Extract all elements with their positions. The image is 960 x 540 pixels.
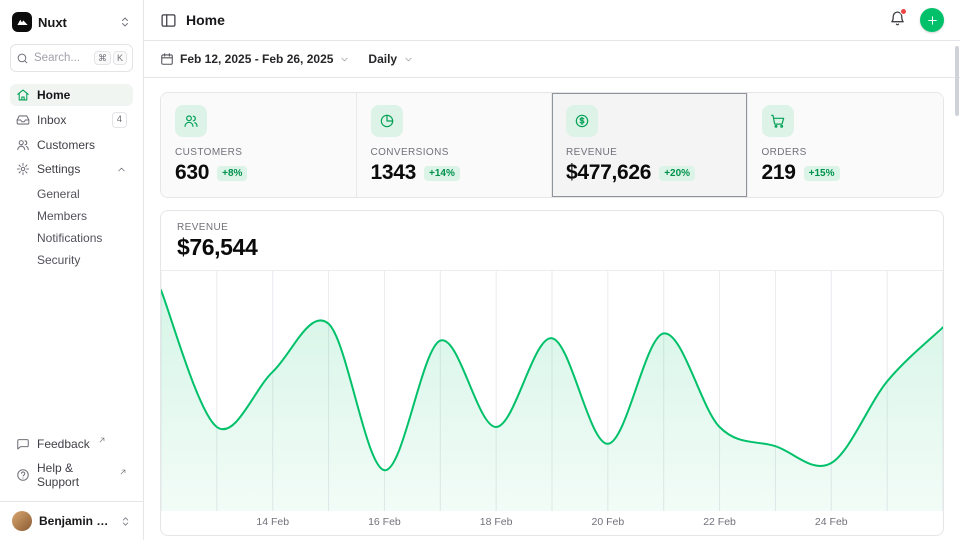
x-axis-tick: 20 Feb — [591, 516, 624, 528]
stat-label: ORDERS — [762, 147, 930, 158]
sidebar-item-security[interactable]: Security — [10, 250, 133, 270]
settings-submenu: General Members Notifications Security — [10, 184, 133, 270]
workspace-name: Nuxt — [38, 15, 67, 30]
sidebar-nav: Home Inbox 4 Customers Settings General — [10, 84, 133, 270]
stat-card-customers[interactable]: CUSTOMERS 630 +8% — [161, 93, 357, 197]
users-icon — [16, 138, 30, 152]
search-placeholder: Search... — [34, 52, 80, 64]
user-menu[interactable]: Benjamin Canac — [0, 501, 143, 540]
sidebar-item-notifications[interactable]: Notifications — [10, 228, 133, 248]
chevron-up-icon — [116, 164, 127, 175]
stat-value: 219 — [762, 161, 796, 185]
stat-delta-badge: +20% — [659, 166, 695, 181]
calendar-icon — [160, 52, 174, 66]
stat-label: REVENUE — [566, 147, 733, 158]
home-icon — [16, 88, 30, 102]
stat-delta-badge: +15% — [804, 166, 840, 181]
stat-value: $477,626 — [566, 161, 651, 185]
chevron-down-icon — [403, 54, 414, 65]
chart-header: REVENUE $76,544 — [161, 211, 943, 271]
external-link-icon — [98, 436, 106, 444]
panel-left-icon — [160, 12, 177, 29]
stat-value: 1343 — [371, 161, 417, 185]
sidebar-toggle-button[interactable] — [160, 12, 177, 29]
user-name: Benjamin Canac — [39, 514, 113, 528]
x-axis: 14 Feb 16 Feb 18 Feb 20 Feb 22 Feb 24 Feb — [161, 511, 943, 535]
search-shortcut: ⌘K — [94, 51, 127, 66]
main-scrollbar[interactable] — [955, 46, 959, 116]
inbox-count-badge: 4 — [112, 112, 127, 128]
stats-row: CUSTOMERS 630 +8% CONVERSIONS 1343 +14% — [160, 92, 944, 198]
page-title: Home — [186, 12, 225, 28]
kbd-k: K — [113, 51, 127, 66]
stat-delta-badge: +14% — [424, 166, 460, 181]
nav-label: Help & Support — [37, 461, 111, 489]
page-header: Home — [144, 0, 960, 41]
search-icon — [16, 52, 29, 65]
kbd-cmd: ⌘ — [94, 51, 111, 66]
feedback-link[interactable]: Feedback — [10, 432, 133, 455]
revenue-area-chart[interactable] — [161, 271, 943, 511]
x-axis-tick: 22 Feb — [703, 516, 736, 528]
date-range-value: Feb 12, 2025 - Feb 26, 2025 — [180, 52, 333, 66]
nav-label: Customers — [37, 138, 95, 152]
nav-label: Feedback — [37, 437, 90, 451]
sidebar-item-settings[interactable]: Settings — [10, 158, 133, 180]
chevron-updown-icon — [120, 516, 131, 527]
search-input[interactable]: Search... ⌘K — [10, 44, 133, 72]
chevron-updown-icon — [119, 16, 131, 28]
stat-card-conversions[interactable]: CONVERSIONS 1343 +14% — [357, 93, 553, 197]
plus-icon — [926, 14, 939, 27]
period-select[interactable]: Daily — [368, 52, 414, 66]
sidebar-item-members[interactable]: Members — [10, 206, 133, 226]
nav-label: Settings — [37, 162, 80, 176]
sidebar-item-customers[interactable]: Customers — [10, 134, 133, 156]
dashboard-content: CUSTOMERS 630 +8% CONVERSIONS 1343 +14% — [144, 78, 960, 540]
avatar — [12, 511, 32, 531]
sidebar-item-inbox[interactable]: Inbox 4 — [10, 108, 133, 132]
header-actions — [889, 8, 944, 32]
period-value: Daily — [368, 52, 397, 66]
cart-icon — [762, 105, 794, 137]
nuxt-logo-icon — [12, 12, 32, 32]
gear-icon — [16, 162, 30, 176]
sidebar: Nuxt Search... ⌘K Home Inbox 4 — [0, 0, 144, 540]
help-support-link[interactable]: Help & Support — [10, 457, 133, 493]
nav-label: Home — [37, 88, 70, 102]
stat-value: 630 — [175, 161, 209, 185]
stat-card-orders[interactable]: ORDERS 219 +15% — [748, 93, 944, 197]
nav-label: Inbox — [37, 113, 66, 127]
x-axis-tick: 16 Feb — [368, 516, 401, 528]
circle-dollar-icon — [566, 105, 598, 137]
main-area: Home Feb 12, 2025 - Feb 26, 2025 Daily — [144, 0, 960, 540]
chart-metric-value: $76,544 — [177, 234, 927, 261]
stat-label: CUSTOMERS — [175, 147, 342, 158]
filters-toolbar: Feb 12, 2025 - Feb 26, 2025 Daily — [144, 41, 960, 78]
app-window: Nuxt Search... ⌘K Home Inbox 4 — [0, 0, 960, 540]
sidebar-footer: Feedback Help & Support — [10, 432, 133, 501]
revenue-chart-card: REVENUE $76,544 14 Feb 16 Feb 18 Feb 20 Feb… — [160, 210, 944, 536]
chart-pie-icon — [371, 105, 403, 137]
x-axis-tick: 24 Feb — [815, 516, 848, 528]
date-range-picker[interactable]: Feb 12, 2025 - Feb 26, 2025 — [160, 52, 350, 66]
users-icon — [175, 105, 207, 137]
add-button[interactable] — [920, 8, 944, 32]
sidebar-item-home[interactable]: Home — [10, 84, 133, 106]
stat-delta-badge: +8% — [217, 166, 247, 181]
stat-label: CONVERSIONS — [371, 147, 538, 158]
inbox-icon — [16, 113, 30, 127]
x-axis-tick: 14 Feb — [256, 516, 289, 528]
help-circle-icon — [16, 468, 30, 482]
message-icon — [16, 437, 30, 451]
notifications-button[interactable] — [889, 10, 906, 30]
chevron-down-icon — [339, 54, 350, 65]
sidebar-item-general[interactable]: General — [10, 184, 133, 204]
workspace-switcher[interactable]: Nuxt — [10, 10, 133, 34]
notification-dot — [900, 8, 907, 15]
x-axis-tick: 18 Feb — [480, 516, 513, 528]
external-link-icon — [119, 468, 127, 476]
chart-metric-label: REVENUE — [177, 222, 927, 233]
stat-card-revenue[interactable]: REVENUE $477,626 +20% — [552, 93, 748, 197]
